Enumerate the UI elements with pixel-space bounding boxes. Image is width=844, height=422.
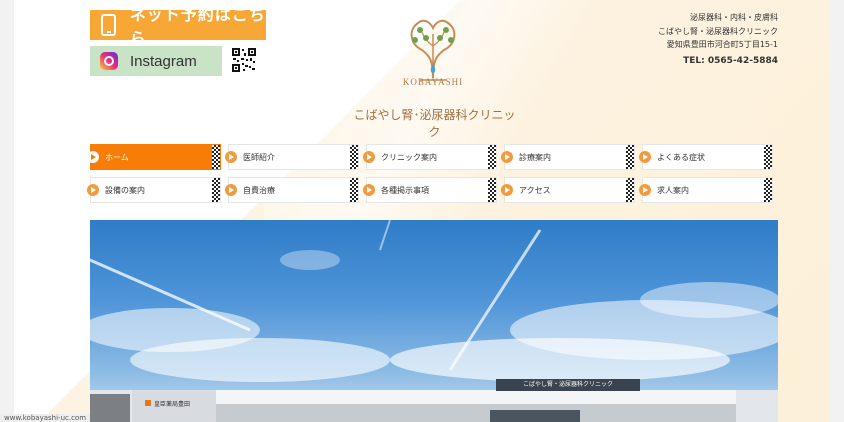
checker-decoration — [488, 178, 496, 202]
departments-text: 泌尿器科・内科・皮膚科 — [690, 13, 778, 22]
instagram-label: Instagram — [130, 52, 197, 70]
reservation-label: ネット予約はこちら — [129, 5, 266, 48]
instagram-button[interactable]: Instagram — [90, 46, 222, 76]
nav-item-medical-guide[interactable]: 診療案内 — [501, 144, 635, 170]
arrow-right-icon — [225, 151, 237, 163]
clinic-name-small: こばやし腎・泌尿器科クリニック — [658, 26, 778, 36]
arrow-right-icon — [501, 151, 513, 163]
nav-label: 診療案内 — [519, 152, 551, 162]
telephone-number[interactable]: TEL: 0565-42-5884 — [683, 56, 778, 66]
checker-decoration — [350, 178, 358, 202]
nav-item-access[interactable]: アクセス — [501, 177, 635, 203]
nav-item-facilities[interactable]: 設備の案内 — [87, 177, 221, 203]
sky-and-building-illustration: 皇臣薬局豊田 — [90, 220, 778, 422]
nav-item-home[interactable]: ホーム — [87, 144, 221, 170]
checker-decoration — [350, 145, 358, 169]
nav-item-self-pay[interactable]: 自費治療 — [225, 177, 359, 203]
checker-decoration — [488, 145, 496, 169]
nav-label: アクセス — [519, 185, 551, 195]
smartphone-icon — [101, 14, 116, 36]
building-sign: こばやし腎・泌尿器科クリニック — [496, 379, 640, 391]
nav-item-notices[interactable]: 各種掲示事項 — [363, 177, 497, 203]
arrow-right-icon — [639, 151, 651, 163]
nav-label: クリニック案内 — [381, 152, 437, 162]
address-text: 愛知県豊田市河合町5丁目15-1 — [666, 40, 778, 49]
arrow-right-icon — [639, 184, 651, 196]
qr-code — [232, 48, 256, 72]
checker-decoration — [764, 178, 772, 202]
nav-label: 自費治療 — [243, 185, 275, 195]
nav-label: ホーム — [105, 152, 129, 162]
address-block: 泌尿器科・内科・皮膚科 こばやし腎・泌尿器科クリニック 愛知県豊田市河合町5丁目… — [658, 11, 778, 52]
nav-label: 設備の案内 — [105, 185, 145, 195]
main-navigation: ホーム 医師紹介 クリニック案内 診療案内 よくある症状 設備の案内 自費治療 … — [87, 144, 774, 204]
hero-photo: 皇臣薬局豊田 こばやし腎・泌尿器科クリニック — [90, 220, 778, 422]
clinic-logo — [410, 19, 456, 81]
nav-item-clinic-guide[interactable]: クリニック案内 — [363, 144, 497, 170]
nav-label: 医師紹介 — [243, 152, 275, 162]
page: ネット予約はこちら Instagram KOBAYASHI こばやし腎･泌尿器科… — [14, 0, 830, 422]
nav-label: よくある症状 — [657, 152, 705, 162]
net-reservation-button[interactable]: ネット予約はこちら — [90, 5, 266, 48]
checker-decoration — [626, 145, 634, 169]
nav-item-doctor[interactable]: 医師紹介 — [225, 144, 359, 170]
status-url: www.kobayashi-uc.com — [0, 414, 91, 422]
arrow-right-icon — [363, 151, 375, 163]
nav-label: 求人案内 — [657, 185, 689, 195]
logo-wordmark: KOBAYASHI — [402, 77, 464, 87]
instagram-icon — [100, 52, 118, 70]
arrow-right-icon — [363, 184, 375, 196]
arrow-right-icon — [225, 184, 237, 196]
checker-decoration — [212, 145, 220, 169]
clinic-name: こばやし腎･泌尿器科クリニック — [353, 108, 516, 139]
side-sign: 皇臣薬局豊田 — [154, 400, 190, 408]
nav-label: 各種掲示事項 — [381, 185, 429, 195]
checker-decoration — [764, 145, 772, 169]
nav-item-recruit[interactable]: 求人案内 — [639, 177, 773, 203]
arrow-right-icon — [501, 184, 513, 196]
arrow-right-icon — [87, 151, 99, 163]
arrow-right-icon — [87, 184, 99, 196]
checker-decoration — [626, 178, 634, 202]
checker-decoration — [212, 178, 220, 202]
nav-item-symptoms[interactable]: よくある症状 — [639, 144, 773, 170]
